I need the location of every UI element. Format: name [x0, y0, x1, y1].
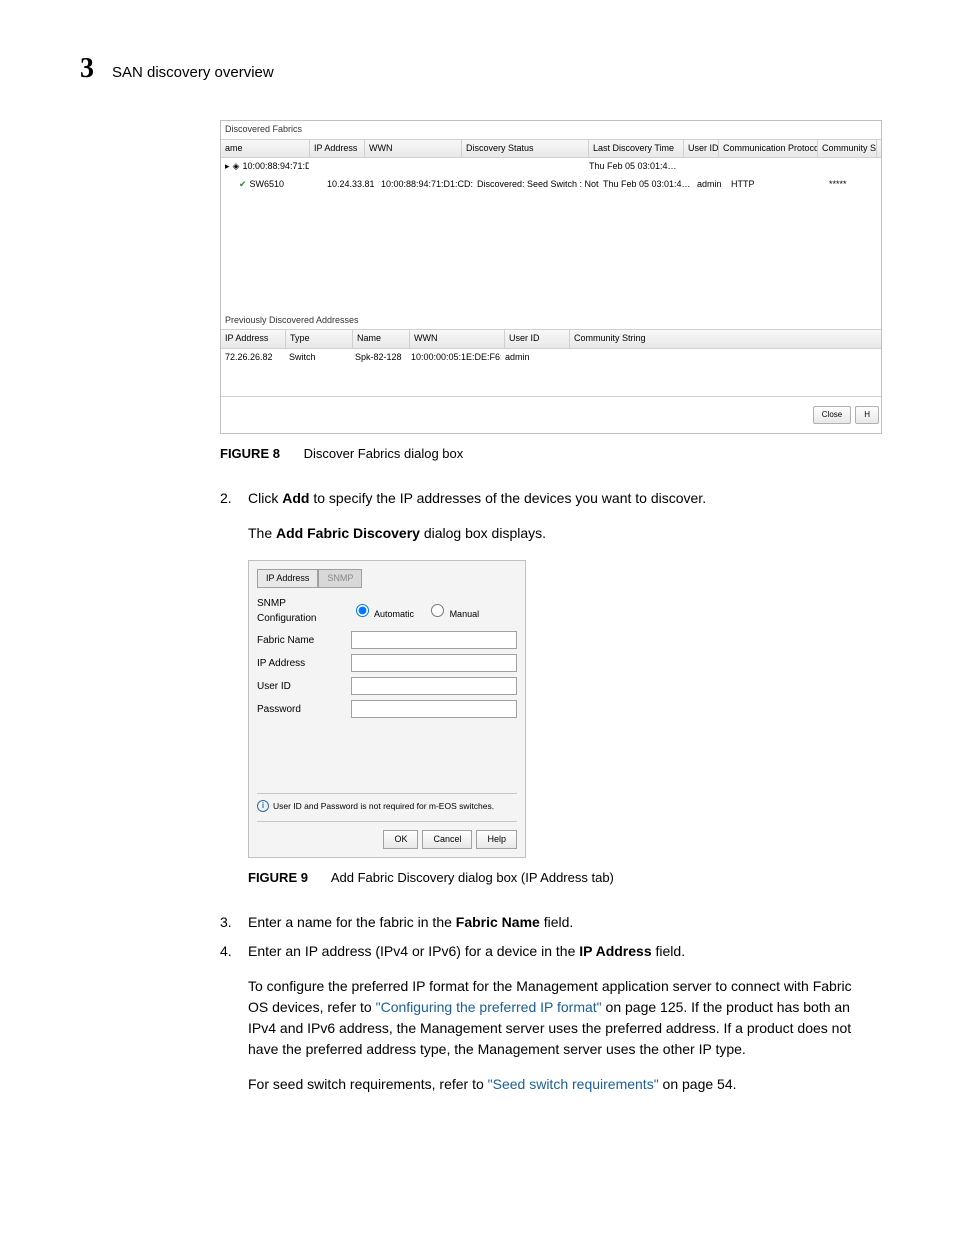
figure-9-label: FIGURE 9 — [248, 870, 308, 885]
figure-8-caption: FIGURE 8 Discover Fabrics dialog box — [220, 444, 874, 464]
col-discovery-status[interactable]: Discovery Status — [462, 140, 589, 158]
discovered-fabrics-label: Discovered Fabrics — [221, 121, 882, 139]
col2-community[interactable]: Community String — [570, 330, 882, 348]
step-4-detail-2: For seed switch requirements, refer to "… — [248, 1074, 874, 1095]
figure-9-caption: FIGURE 9 Add Fabric Discovery dialog box… — [248, 868, 874, 888]
cell2-wwn: 10:00:00:05:1E:DE:F6:4B — [407, 349, 501, 367]
cell-status: Discovered: Seed Switch : Not register… — [473, 176, 599, 194]
step-4-text: Enter an IP address (IPv4 or IPv6) for a… — [248, 941, 685, 962]
col-ip[interactable]: IP Address — [310, 140, 365, 158]
radio-manual[interactable]: Manual — [426, 601, 479, 622]
step-3-number: 3. — [220, 912, 238, 933]
cell-time: Thu Feb 05 03:01:4… — [599, 176, 693, 194]
fabric-name-input[interactable] — [351, 631, 517, 649]
user-id-input[interactable] — [351, 677, 517, 695]
link-preferred-ip-format[interactable]: "Configuring the preferred IP format" — [376, 999, 602, 1015]
fabric-name-label: Fabric Name — [257, 633, 345, 648]
cell-ip: 10.24.33.81 — [323, 176, 377, 194]
col-community[interactable]: Community Stri… — [818, 140, 877, 158]
ip-address-input[interactable] — [351, 654, 517, 672]
col2-wwn[interactable]: WWN — [410, 330, 505, 348]
prev-row[interactable]: 72.26.26.82 Switch Spk-82-128 10:00:00:0… — [221, 349, 882, 367]
check-icon: ✔ — [239, 178, 247, 192]
cancel-button[interactable]: Cancel — [422, 830, 472, 850]
info-icon: i — [257, 800, 269, 812]
chapter-number: 3 — [80, 48, 94, 90]
tab-ip-address[interactable]: IP Address — [257, 569, 318, 589]
cell-proto: HTTP — [727, 176, 825, 194]
tree-child-row[interactable]: ✔ SW6510 10.24.33.81 10:00:88:94:71:D1:C… — [221, 176, 882, 194]
close-button[interactable]: Close — [813, 406, 851, 424]
tree-root-label: 10:00:88:94:71:D1:CD:… — [242, 160, 309, 174]
figure-8-label: FIGURE 8 — [220, 446, 280, 461]
col2-user[interactable]: User ID — [505, 330, 570, 348]
switch-name: SW6510 — [250, 178, 285, 192]
cell-wwn: 10:00:88:94:71:D1:CD:11 — [377, 176, 473, 194]
step-4: 4. Enter an IP address (IPv4 or IPv6) fo… — [220, 941, 874, 962]
col2-name[interactable]: Name — [353, 330, 410, 348]
tab-snmp[interactable]: SNMP — [318, 569, 362, 589]
figure-8-text: Discover Fabrics dialog box — [304, 446, 464, 461]
help-button-cropped[interactable]: H — [855, 406, 879, 424]
tree-root-row[interactable]: ▸ ◈ 10:00:88:94:71:D1:CD:… Thu Feb 05 03… — [221, 158, 882, 176]
previous-addresses-header: IP Address Type Name WWN User ID Communi… — [221, 329, 882, 349]
page-header: 3 SAN discovery overview — [80, 48, 874, 90]
figure-9-text: Add Fabric Discovery dialog box (IP Addr… — [331, 870, 614, 885]
col2-ip[interactable]: IP Address — [221, 330, 286, 348]
discover-fabrics-dialog: Discovered Fabrics ame IP Address WWN Di… — [220, 120, 882, 434]
snmp-config-label: SNMP Configuration — [257, 596, 345, 626]
cell-comm: ***** — [825, 176, 882, 194]
link-seed-switch-requirements[interactable]: "Seed switch requirements" — [488, 1076, 659, 1092]
add-fabric-discovery-dialog: IP Address SNMP SNMP Configuration Autom… — [248, 560, 526, 859]
cell2-comm — [565, 349, 882, 367]
help-button[interactable]: Help — [476, 830, 517, 850]
step-2-number: 2. — [220, 488, 238, 509]
step-4-detail-1: To configure the preferred IP format for… — [248, 976, 874, 1060]
col-wwn[interactable]: WWN — [365, 140, 462, 158]
step-2-detail: The Add Fabric Discovery dialog box disp… — [248, 523, 874, 544]
ip-address-label: IP Address — [257, 656, 345, 671]
chapter-title: SAN discovery overview — [112, 62, 274, 85]
step-2: 2. Click Add to specify the IP addresses… — [220, 488, 874, 509]
col2-type[interactable]: Type — [286, 330, 353, 348]
previous-addresses-label: Previously Discovered Addresses — [221, 312, 882, 330]
root-time: Thu Feb 05 03:01:4… — [585, 158, 679, 176]
col-last-discovery-time[interactable]: Last Discovery Time — [589, 140, 684, 158]
cell2-ip: 72.26.26.82 — [221, 349, 285, 367]
password-input[interactable] — [351, 700, 517, 718]
figure-8: Discovered Fabrics ame IP Address WWN Di… — [220, 120, 874, 464]
password-label: Password — [257, 702, 345, 717]
cell2-name: Spk-82-128 — [351, 349, 407, 367]
col-name[interactable]: ame — [221, 140, 310, 158]
cell2-user: admin — [501, 349, 565, 367]
discovered-fabrics-header: ame IP Address WWN Discovery Status Last… — [221, 139, 882, 159]
step-3: 3. Enter a name for the fabric in the Fa… — [220, 912, 874, 933]
fabric-icon: ◈ — [233, 160, 240, 174]
step-3-text: Enter a name for the fabric in the Fabri… — [248, 912, 573, 933]
ok-button[interactable]: OK — [383, 830, 418, 850]
col-protocol[interactable]: Communication Protocol — [719, 140, 818, 158]
step-2-text: Click Add to specify the IP addresses of… — [248, 488, 706, 509]
expand-icon[interactable]: ▸ — [225, 160, 230, 174]
cell2-type: Switch — [285, 349, 351, 367]
step-4-number: 4. — [220, 941, 238, 962]
dialog-tabs: IP Address SNMP — [257, 569, 517, 589]
figure-9: IP Address SNMP SNMP Configuration Autom… — [248, 560, 874, 888]
user-id-label: User ID — [257, 679, 345, 694]
cell-user: admin — [693, 176, 727, 194]
radio-automatic[interactable]: Automatic — [351, 601, 414, 622]
hint-text: i User ID and Password is not required f… — [257, 793, 517, 813]
col-user-id[interactable]: User ID — [684, 140, 719, 158]
